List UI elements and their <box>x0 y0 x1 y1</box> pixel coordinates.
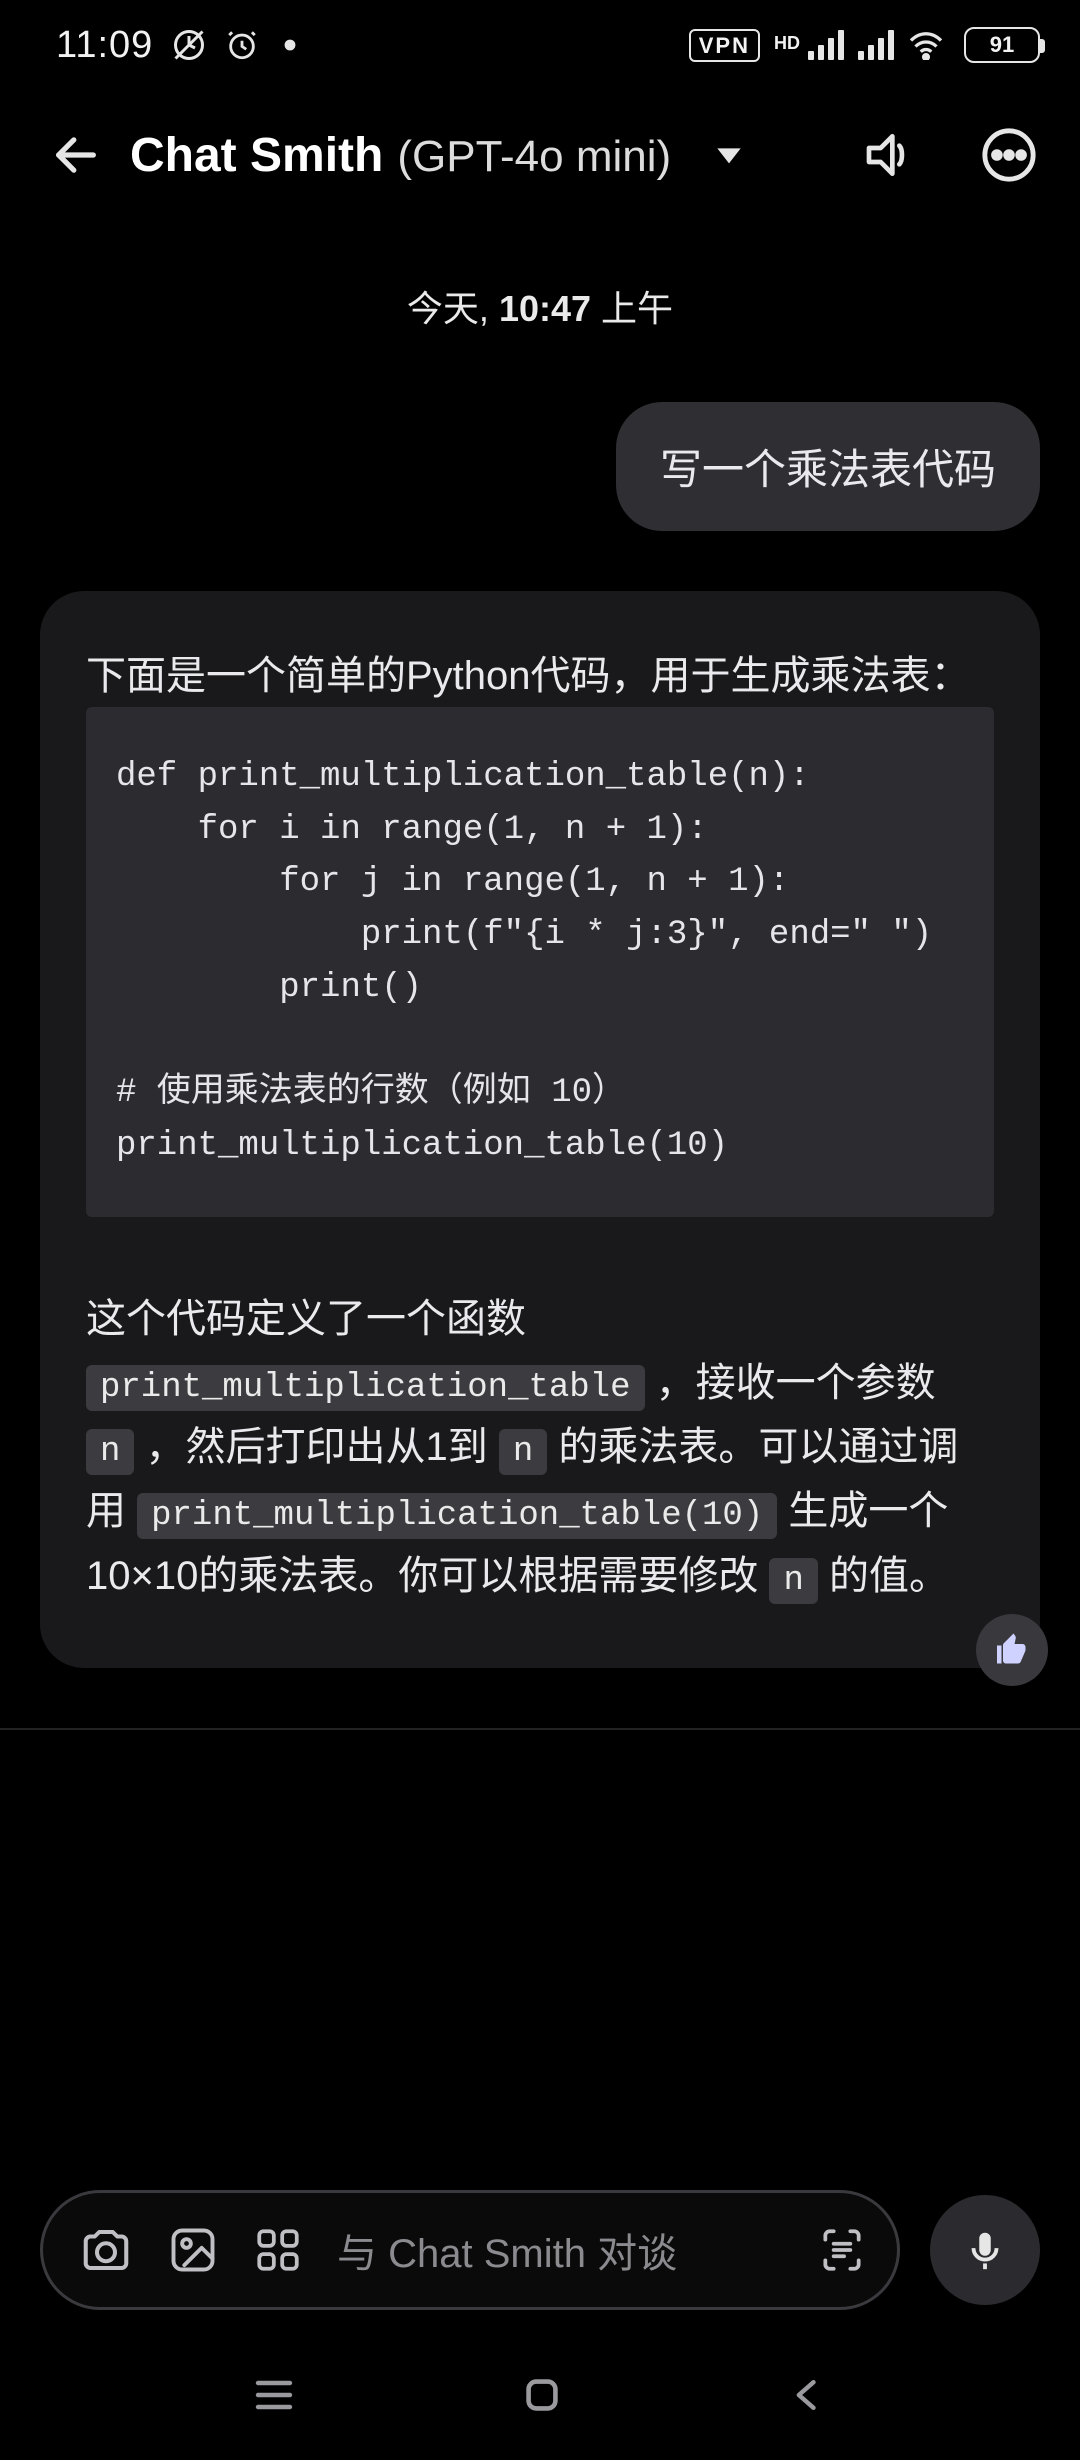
battery-level: 91 <box>966 32 1038 58</box>
explain-text: 的值。 <box>818 1554 949 1598</box>
back-nav-button[interactable] <box>786 2373 830 2417</box>
hd-label: HD <box>774 33 800 54</box>
inline-code: n <box>769 1558 817 1604</box>
inline-code: n <box>499 1429 547 1475</box>
section-divider <box>0 1728 1080 1730</box>
battery-icon: 91 <box>964 27 1040 63</box>
explain-text: ，接收一个参数 <box>645 1361 936 1405</box>
home-button[interactable] <box>519 2372 565 2418</box>
wifi-icon <box>908 30 944 60</box>
camera-icon[interactable] <box>79 2223 133 2277</box>
assistant-intro: 下面是一个简单的Python代码，用于生成乘法表： <box>86 645 994 707</box>
inline-code: print_multiplication_table <box>86 1365 645 1411</box>
system-nav-bar <box>0 2330 1080 2460</box>
input-placeholder: 与 Chat Smith 对谈 <box>337 2221 783 2279</box>
header-title-group[interactable]: Chat Smith (GPT-4o mini) <box>130 128 671 183</box>
inline-code: n <box>86 1429 134 1475</box>
recent-apps-button[interactable] <box>250 2371 298 2419</box>
status-bar: 11:09 VPN HD 91 <box>0 0 1080 90</box>
speaker-icon[interactable] <box>862 127 918 183</box>
alarm-icon <box>225 28 259 62</box>
user-message[interactable]: 写一个乘法表代码 <box>616 402 1040 531</box>
image-icon[interactable] <box>167 2224 219 2276</box>
conversation-timestamp: 今天, 10:47 上午 <box>40 280 1040 332</box>
code-block[interactable]: def print_multiplication_table(n): for i… <box>86 707 994 1217</box>
scan-text-icon[interactable] <box>817 2225 867 2275</box>
status-left: 11:09 <box>56 24 303 67</box>
model-dropdown-icon[interactable] <box>709 135 749 175</box>
inline-code: print_multiplication_table(10) <box>137 1493 777 1539</box>
page-title: Chat Smith <box>130 128 383 183</box>
timestamp-time: 10:47 <box>499 288 591 329</box>
user-message-row: 写一个乘法表代码 <box>40 402 1040 531</box>
thumbs-up-button[interactable] <box>976 1614 1048 1686</box>
assistant-message[interactable]: 下面是一个简单的Python代码，用于生成乘法表： def print_mult… <box>40 591 1040 1668</box>
more-menu-icon[interactable] <box>980 126 1038 184</box>
signal-1-icon <box>808 30 844 60</box>
signal-2-icon <box>858 30 894 60</box>
timestamp-day: 今天, <box>407 288 489 329</box>
mute-icon <box>171 27 207 63</box>
apps-icon[interactable] <box>253 2225 303 2275</box>
input-bar: 与 Chat Smith 对谈 <box>0 2190 1080 2310</box>
app-header: Chat Smith (GPT-4o mini) <box>0 90 1080 220</box>
back-button[interactable] <box>50 129 102 181</box>
explain-text: ，然后打印出从1到 <box>134 1425 498 1469</box>
status-right: VPN HD 91 <box>689 27 1040 63</box>
app-mini-icon <box>277 32 303 58</box>
voice-input-button[interactable] <box>930 2195 1040 2305</box>
assistant-message-row: 下面是一个简单的Python代码，用于生成乘法表： def print_mult… <box>40 591 1040 1668</box>
timestamp-ampm: 上午 <box>601 288 673 329</box>
vpn-badge: VPN <box>689 29 760 62</box>
chat-area: 今天, 10:47 上午 写一个乘法表代码 下面是一个简单的Python代码，用… <box>0 220 1080 1668</box>
status-time: 11:09 <box>56 24 153 67</box>
assistant-explanation: 这个代码定义了一个函数 print_multiplication_table ，… <box>86 1287 994 1609</box>
message-input[interactable]: 与 Chat Smith 对谈 <box>40 2190 900 2310</box>
explain-text: 这个代码定义了一个函数 <box>86 1297 526 1341</box>
page-subtitle: (GPT-4o mini) <box>397 132 671 182</box>
